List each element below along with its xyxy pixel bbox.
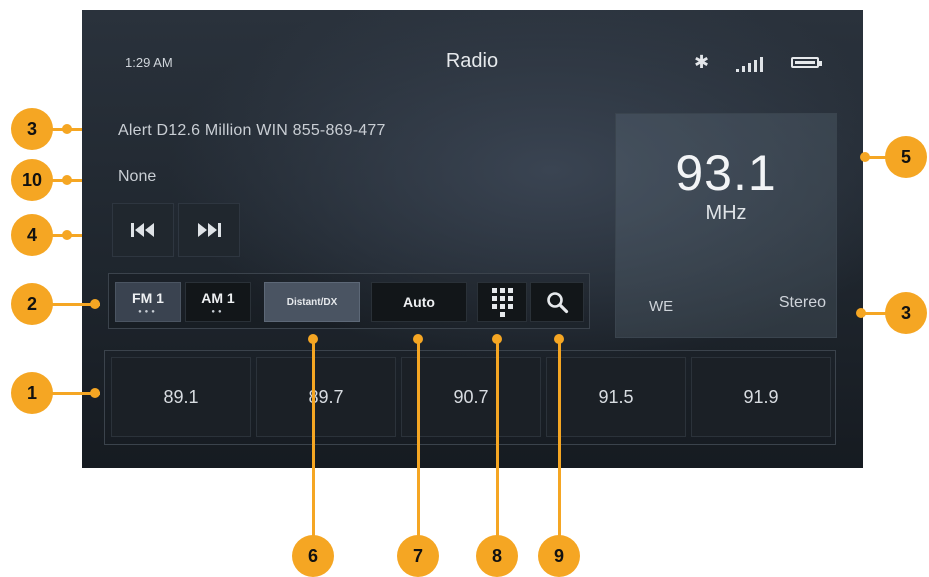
- callout-dot: [90, 388, 100, 398]
- station-name: WE: [649, 298, 674, 315]
- skip-back-icon: [131, 223, 154, 237]
- band-fm-button[interactable]: FM 1 ●●●: [115, 282, 181, 322]
- callout-line: [312, 338, 315, 538]
- auto-button[interactable]: Auto: [371, 282, 467, 322]
- app-title: Radio: [445, 50, 499, 72]
- bluetooth-icon: ✱: [694, 52, 710, 72]
- callout-badge-3: 3: [11, 108, 53, 150]
- skip-forward-icon: [198, 223, 221, 237]
- callout-dot: [413, 334, 423, 344]
- genre-label: None: [118, 168, 157, 185]
- radio-screen: 1:29 AM Radio ✱ Alert D12.6 Million WIN …: [82, 10, 863, 468]
- preset-button-2[interactable]: 89.7: [256, 357, 396, 437]
- callout-dot: [62, 175, 72, 185]
- frequency-panel: 93.1 MHz WE Stereo: [615, 113, 837, 338]
- callout-line: [558, 338, 561, 538]
- preset-button-3[interactable]: 90.7: [401, 357, 541, 437]
- distant-dx-button[interactable]: Distant/DX: [264, 282, 360, 322]
- callout-dot: [492, 334, 502, 344]
- signal-icon: [736, 56, 770, 72]
- keypad-icon: [491, 287, 513, 317]
- callout-badge-1: 1: [11, 372, 53, 414]
- callout-badge-4: 4: [11, 214, 53, 256]
- preset-button-4[interactable]: 91.5: [546, 357, 686, 437]
- stereo-indicator: Stereo: [778, 294, 826, 311]
- direct-tune-button[interactable]: [477, 282, 527, 322]
- callout-line: [417, 338, 420, 538]
- tuner-controls: FM 1 ●●● AM 1 ●● Distant/DX Auto: [108, 273, 590, 329]
- callout-badge-2: 2: [11, 283, 53, 325]
- seek-back-button[interactable]: [112, 203, 174, 257]
- callout-dot: [856, 308, 866, 318]
- callout-badge-3-right: 3: [885, 292, 927, 334]
- status-time: 1:29 AM: [125, 55, 173, 70]
- seek-forward-button[interactable]: [178, 203, 240, 257]
- auto-label: Auto: [403, 294, 435, 310]
- band-fm-dots: ●●●: [138, 308, 158, 315]
- distant-dx-label: Distant/DX: [286, 296, 338, 308]
- rds-text: Alert D12.6 Million WIN 855-869-477: [118, 122, 386, 139]
- callout-dot: [62, 230, 72, 240]
- band-am-dots: ●●: [211, 308, 225, 315]
- callout-dot: [860, 152, 870, 162]
- preset-button-1[interactable]: 89.1: [111, 357, 251, 437]
- band-fm-label: FM 1: [132, 289, 164, 306]
- frequency-value: 93.1: [675, 145, 777, 201]
- callout-badge-6: 6: [292, 535, 334, 577]
- callout-badge-9: 9: [538, 535, 580, 577]
- search-icon: [547, 292, 569, 314]
- callout-dot: [90, 299, 100, 309]
- preset-bar: 89.1 89.7 90.7 91.5 91.9: [104, 350, 836, 445]
- battery-icon: [791, 57, 822, 68]
- search-button[interactable]: [530, 282, 584, 322]
- callout-dot: [308, 334, 318, 344]
- callout-badge-8: 8: [476, 535, 518, 577]
- callout-dot: [62, 124, 72, 134]
- callout-badge-5: 5: [885, 136, 927, 178]
- callout-dot: [554, 334, 564, 344]
- band-am-label: AM 1: [201, 289, 235, 306]
- callout-badge-10: 10: [11, 159, 53, 201]
- callout-line: [496, 338, 499, 538]
- callout-badge-7: 7: [397, 535, 439, 577]
- band-am-button[interactable]: AM 1 ●●: [185, 282, 251, 322]
- preset-button-5[interactable]: 91.9: [691, 357, 831, 437]
- frequency-unit: MHz: [705, 202, 747, 224]
